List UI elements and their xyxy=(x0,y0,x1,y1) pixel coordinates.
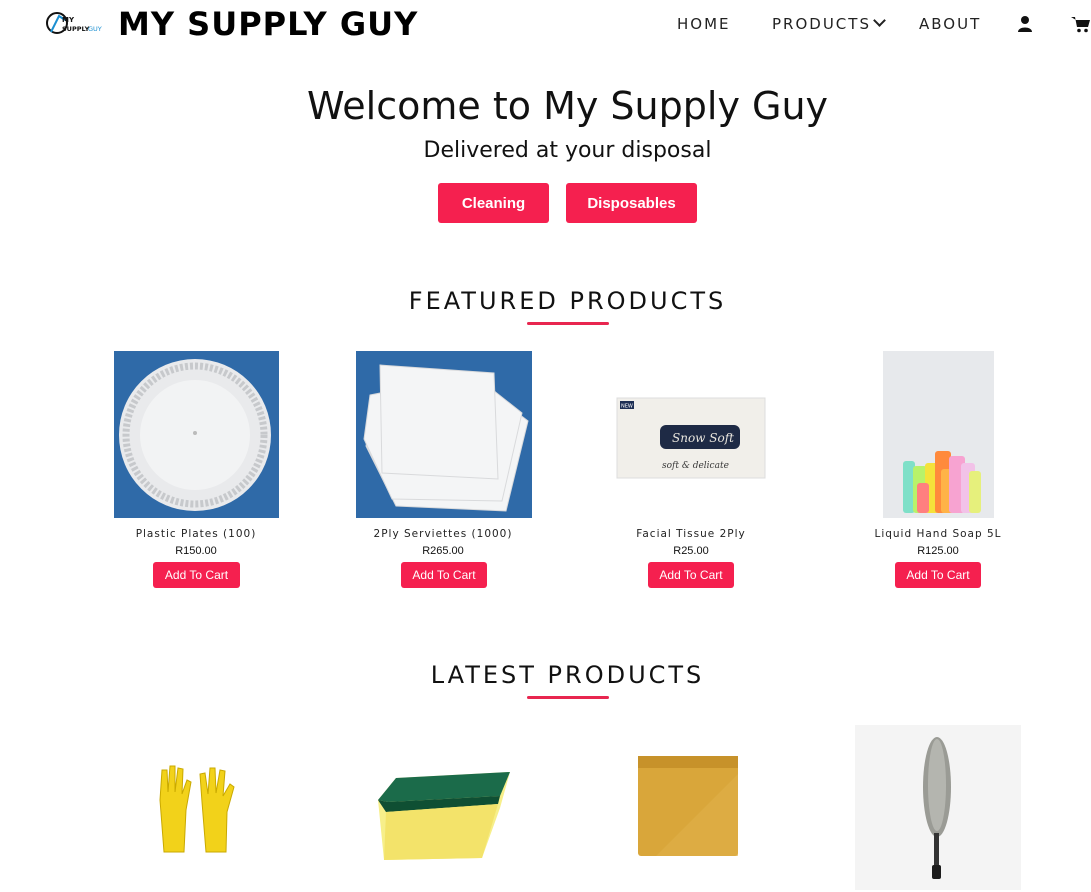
logo-icon[interactable]: MY SUPPLY GUY xyxy=(45,10,107,40)
product-name[interactable]: Facial Tissue 2Ply xyxy=(585,528,797,540)
product-price: R25.00 xyxy=(673,545,709,557)
svg-text:MY: MY xyxy=(62,16,75,24)
hero-title: Welcome to My Supply Guy xyxy=(306,84,829,128)
product-price: R265.00 xyxy=(422,545,464,557)
product-image-microfiber-cloth[interactable] xyxy=(636,754,740,858)
svg-text:Snow Soft: Snow Soft xyxy=(672,431,734,445)
cart-icon[interactable] xyxy=(1071,15,1091,33)
product-image-gloves[interactable] xyxy=(150,760,244,856)
nav-home[interactable]: HOME xyxy=(677,15,731,33)
product-image-sponge[interactable] xyxy=(372,760,514,863)
disposables-button[interactable]: Disposables xyxy=(566,183,697,223)
product-name[interactable]: 2Ply Serviettes (1000) xyxy=(337,528,549,540)
latest-underline xyxy=(527,696,609,699)
product-image-plastic-plates[interactable] xyxy=(114,351,279,518)
brand-title[interactable]: MY SUPPLY GUY xyxy=(118,5,418,43)
chevron-down-icon xyxy=(873,14,886,27)
product-card: Plastic Plates (100) R150.00 Add To Cart xyxy=(90,351,302,591)
svg-text:soft & delicate: soft & delicate xyxy=(662,461,729,471)
product-card: 2Ply Serviettes (1000) R265.00 Add To Ca… xyxy=(337,351,549,591)
product-card: NEW Snow Soft soft & delicate Facial Tis… xyxy=(585,351,797,591)
hero-subtitle: Delivered at your disposal xyxy=(423,138,712,163)
featured-heading: FEATURED PRODUCTS xyxy=(408,287,727,315)
user-icon[interactable] xyxy=(1017,15,1033,33)
add-to-cart-button[interactable]: Add To Cart xyxy=(401,562,487,588)
svg-text:GUY: GUY xyxy=(88,25,102,33)
product-name[interactable]: Plastic Plates (100) xyxy=(90,528,302,540)
nav-home-label: HOME xyxy=(677,15,731,33)
product-name[interactable]: Liquid Hand Soap 5L xyxy=(832,528,1044,540)
navbar: MY SUPPLY GUY MY SUPPLY GUY HOME PRODUCT… xyxy=(0,0,1091,52)
product-price: R125.00 xyxy=(917,545,959,557)
featured-underline xyxy=(527,322,609,325)
product-image-serviettes[interactable] xyxy=(356,351,532,518)
latest-heading: LATEST PRODUCTS xyxy=(430,661,705,689)
product-image-facial-tissue[interactable]: NEW Snow Soft soft & delicate xyxy=(616,397,766,479)
add-to-cart-button[interactable]: Add To Cart xyxy=(153,562,240,588)
nav-products-label: PRODUCTS xyxy=(772,15,871,33)
cleaning-button[interactable]: Cleaning xyxy=(438,183,549,223)
nav-about[interactable]: ABOUT xyxy=(919,15,981,33)
add-to-cart-button[interactable]: Add To Cart xyxy=(895,562,981,588)
product-price: R150.00 xyxy=(175,545,217,557)
nav-products[interactable]: PRODUCTS xyxy=(772,14,886,33)
svg-text:NEW: NEW xyxy=(621,404,633,410)
product-image-duster[interactable] xyxy=(855,725,1021,890)
product-image-liquid-hand-soap[interactable] xyxy=(883,351,994,518)
nav-about-label: ABOUT xyxy=(919,15,982,33)
add-to-cart-button[interactable]: Add To Cart xyxy=(648,562,734,588)
product-card: Liquid Hand Soap 5L R125.00 Add To Cart xyxy=(832,351,1044,591)
svg-text:SUPPLY: SUPPLY xyxy=(62,25,90,33)
